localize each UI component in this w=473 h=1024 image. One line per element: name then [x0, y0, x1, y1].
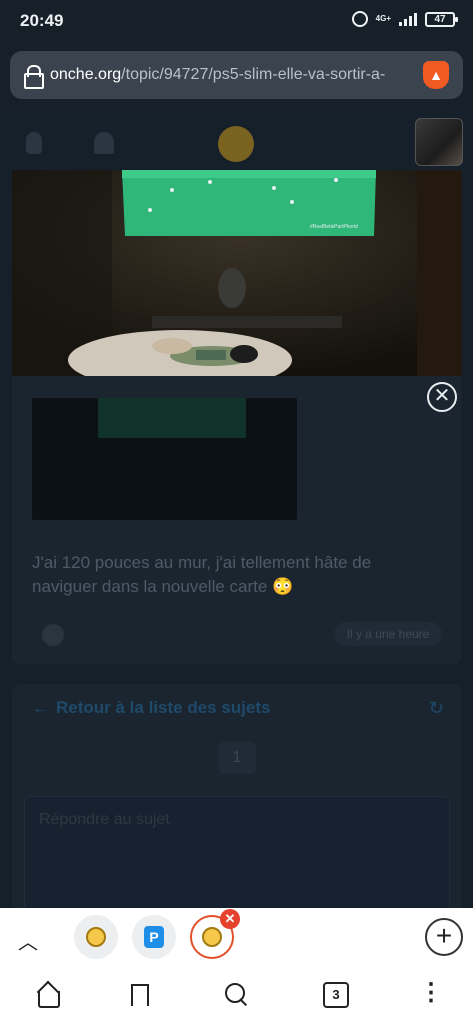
- site-logo[interactable]: [218, 126, 254, 162]
- battery-icon: 47: [425, 11, 458, 27]
- site-header: [0, 110, 473, 172]
- post-timestamp: Il y a une heure: [334, 622, 442, 646]
- close-lightbox-button[interactable]: ✕: [427, 382, 457, 412]
- bottom-toolbar: 3 ⋮: [0, 968, 473, 1024]
- arrow-left-icon[interactable]: ←: [32, 700, 48, 718]
- url-text[interactable]: onche.org/topic/94727/ps5-slim-elle-va-s…: [50, 66, 410, 84]
- tab-switcher-button[interactable]: 3: [323, 982, 349, 1008]
- tab-p[interactable]: P: [132, 915, 176, 959]
- close-tab-icon[interactable]: ✕: [220, 909, 240, 929]
- page-button[interactable]: 1: [218, 742, 256, 774]
- onche-favicon: [202, 927, 222, 947]
- new-tab-button[interactable]: +: [425, 918, 463, 956]
- url-domain: onche.org: [50, 66, 122, 83]
- reply-input[interactable]: Répondre au sujet: [24, 796, 450, 914]
- signal-icon: [399, 12, 417, 26]
- thumbnail-projection: [98, 398, 246, 438]
- p-favicon: P: [144, 926, 164, 948]
- avatar[interactable]: [415, 118, 463, 166]
- lightbulb-icon[interactable]: [26, 132, 42, 154]
- home-icon[interactable]: [35, 982, 61, 1008]
- lock-icon: [24, 65, 44, 89]
- status-time: 20:49: [20, 11, 64, 30]
- refresh-icon[interactable]: ↻: [429, 698, 444, 719]
- url-bar[interactable]: onche.org/topic/94727/ps5-slim-elle-va-s…: [10, 51, 463, 99]
- phone-screen: 20:49 4G+ 47 onche.org/topic/94727/ps5-s…: [0, 0, 473, 1024]
- browser-toolbar: onche.org/topic/94727/ps5-slim-elle-va-s…: [0, 42, 473, 110]
- post-text: J'ai 120 pouces au mur, j'ai tellement h…: [32, 553, 372, 596]
- reply-placeholder: Répondre au sujet: [39, 811, 170, 828]
- tab-onche-active[interactable]: ✕: [190, 909, 240, 959]
- onche-favicon: [86, 927, 106, 947]
- more-menu-icon[interactable]: ⋮: [418, 981, 444, 1008]
- tab-onche-1[interactable]: [74, 915, 118, 959]
- back-to-topics-link[interactable]: Retour à la liste des sujets: [56, 698, 270, 718]
- url-path: /topic/94727/ps5-slim-elle-va-sortir-a-: [121, 66, 386, 83]
- status-bar: 20:49 4G+ 47: [0, 0, 473, 42]
- search-icon[interactable]: [224, 982, 250, 1008]
- topic-navigation: ← Retour à la liste des sujets ↻ 1 Répon…: [12, 684, 462, 914]
- room-photo: #RealBetisPartPhorid: [12, 170, 462, 376]
- video-caption: #RealBetisPartPhorid: [310, 224, 358, 230]
- status-icons: 4G+ 47: [351, 11, 458, 27]
- tab-strip: ︿ P ✕ +: [0, 908, 473, 968]
- post-image-thumbnail[interactable]: [32, 398, 297, 520]
- chevron-up-icon[interactable]: ︿: [18, 926, 38, 955]
- lightbox-image[interactable]: #RealBetisPartPhorid: [12, 170, 462, 376]
- network-type: 4G+: [375, 14, 391, 23]
- bookmark-icon[interactable]: [126, 982, 152, 1008]
- reaction-icon[interactable]: [42, 624, 64, 646]
- alarm-icon: [351, 11, 368, 27]
- bell-icon[interactable]: [94, 132, 114, 154]
- brave-shields-icon[interactable]: ▲: [423, 61, 449, 89]
